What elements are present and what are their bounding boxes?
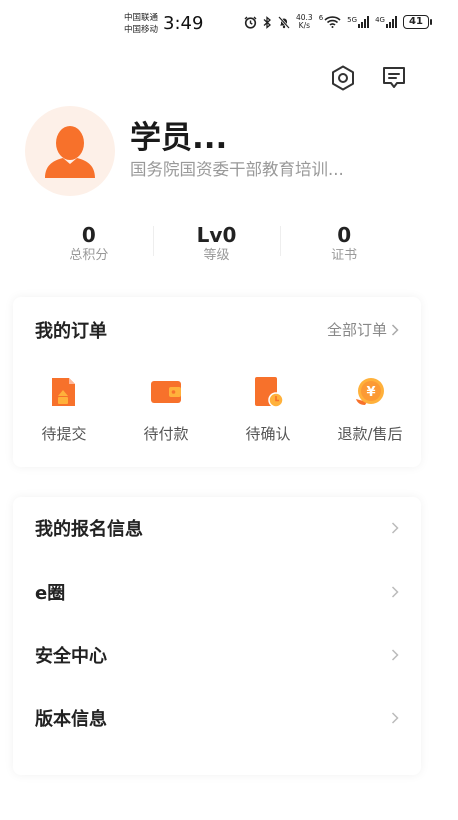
signal-1: 5G	[347, 16, 370, 28]
menu-label: 安全中心	[35, 646, 107, 667]
clock: 3:49	[163, 13, 204, 34]
carrier-1: 中国联通	[124, 13, 159, 23]
signal-2-label: 4G	[375, 16, 385, 24]
order-pending-payment[interactable]: 待付款	[115, 375, 217, 444]
menu-item-e-circle[interactable]: e圈	[13, 572, 421, 612]
battery-level: 41	[402, 15, 429, 29]
order-pending-submit[interactable]: 待提交	[13, 375, 115, 444]
order-label: 退款/售后	[337, 425, 403, 443]
menu-label: 版本信息	[35, 709, 107, 730]
settings-button[interactable]	[329, 64, 357, 92]
stat-certificates[interactable]: 0 证书	[280, 222, 408, 266]
svg-text:¥: ¥	[366, 385, 375, 400]
chevron-right-icon	[391, 649, 399, 661]
user-silhouette-icon	[45, 126, 95, 178]
signal-bars-icon	[385, 16, 397, 28]
order-label: 待提交	[41, 425, 87, 443]
stat-value: Lv0	[196, 223, 237, 247]
chevron-right-icon	[391, 323, 399, 336]
stat-value: 0	[337, 223, 352, 247]
all-orders-link[interactable]: 全部订单	[327, 319, 399, 340]
menu-item-registration[interactable]: 我的报名信息	[13, 508, 421, 548]
message-icon	[383, 67, 405, 88]
submit-document-icon	[52, 378, 75, 406]
mute-icon	[278, 15, 290, 29]
chevron-right-icon	[391, 586, 399, 598]
user-name[interactable]: 学员...	[130, 112, 227, 157]
stat-level[interactable]: Lv0 等级	[152, 222, 281, 266]
carrier-info: 中国联通 中国移动	[124, 12, 158, 36]
organization-name: 国务院国资委干部教育培训...	[130, 160, 344, 179]
bluetooth-icon	[263, 15, 271, 29]
wifi-status: 6	[318, 14, 341, 28]
avatar[interactable]	[25, 106, 115, 196]
net-speed: 40.3 K/s	[296, 14, 313, 30]
orders-title: 我的订单	[35, 321, 107, 342]
order-label: 待确认	[245, 425, 291, 443]
status-bar: 中国联通 中国移动 3:49 40.3 K/s 6 5G 4G 41	[0, 0, 458, 44]
menu-card: 我的报名信息 e圈 安全中心 版本信息	[13, 497, 421, 775]
signal-2: 4G	[375, 16, 397, 28]
all-orders-label: 全部订单	[326, 321, 387, 339]
carrier-2: 中国移动	[124, 25, 159, 35]
order-pending-confirm[interactable]: 待确认	[217, 375, 319, 444]
menu-label: e圈	[35, 583, 66, 604]
signal-1-label: 5G	[347, 16, 358, 24]
menu-item-version[interactable]: 版本信息	[13, 698, 421, 738]
net-speed-unit: K/s	[298, 21, 311, 30]
wallet-icon	[151, 381, 181, 403]
battery-icon: 41	[402, 15, 432, 29]
refund-coin-icon: ¥	[356, 378, 384, 405]
status-icons: 40.3 K/s 6 5G 4G 41	[244, 14, 432, 30]
chevron-right-icon	[391, 712, 399, 724]
stat-label: 总积分	[69, 248, 109, 263]
message-button[interactable]	[380, 64, 408, 92]
stat-label: 证书	[331, 248, 358, 263]
stats-row: 0 总积分 Lv0 等级 0 证书	[25, 222, 408, 266]
wifi-label: 6	[318, 14, 324, 22]
wifi-icon	[324, 16, 341, 28]
chevron-right-icon	[391, 522, 399, 534]
orders-card: 我的订单 全部订单 待提交 待付款 待确认 ¥ 退款/售后	[13, 297, 421, 467]
order-label: 待付款	[143, 425, 189, 443]
order-status-row: 待提交 待付款 待确认 ¥ 退款/售后	[13, 375, 421, 444]
order-refund[interactable]: ¥ 退款/售后	[319, 375, 421, 444]
stat-points[interactable]: 0 总积分	[25, 222, 153, 266]
stat-label: 等级	[203, 248, 230, 263]
menu-item-security[interactable]: 安全中心	[13, 635, 421, 675]
confirm-clock-icon	[255, 377, 284, 408]
settings-hexagon-icon	[332, 65, 354, 91]
stat-value: 0	[81, 223, 96, 247]
alarm-icon	[244, 16, 257, 29]
menu-label: 我的报名信息	[35, 519, 143, 540]
signal-bars-icon	[358, 16, 370, 28]
